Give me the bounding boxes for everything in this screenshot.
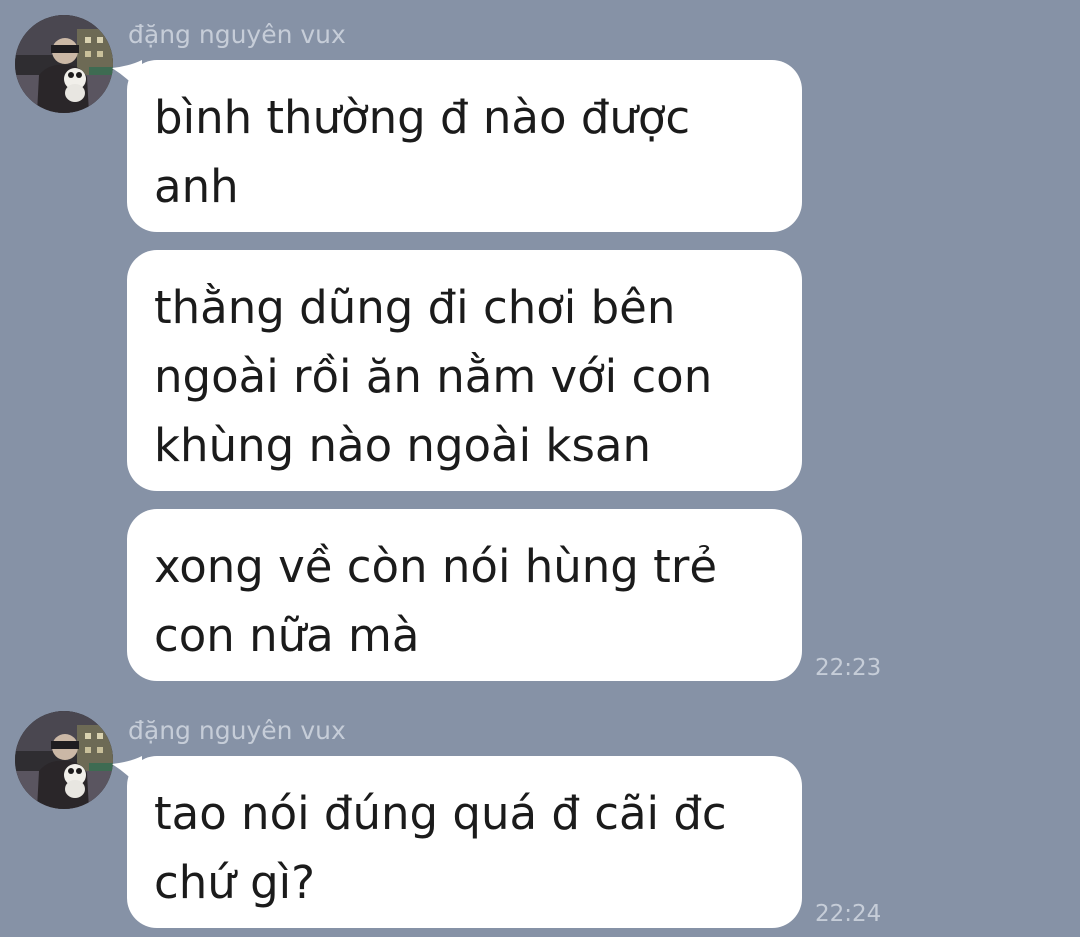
sender-avatar[interactable]	[15, 711, 113, 809]
message-bubble[interactable]: tao nói đúng quá đ cãi đc chứ gì?	[127, 756, 802, 928]
message-group: đặng nguyên vux tao nói đúng quá đ cãi đ…	[0, 0, 1080, 937]
sender-name: đặng nguyên vux	[128, 716, 346, 745]
profile-photo-icon	[15, 711, 113, 809]
message-timestamp: 22:24	[815, 901, 882, 927]
